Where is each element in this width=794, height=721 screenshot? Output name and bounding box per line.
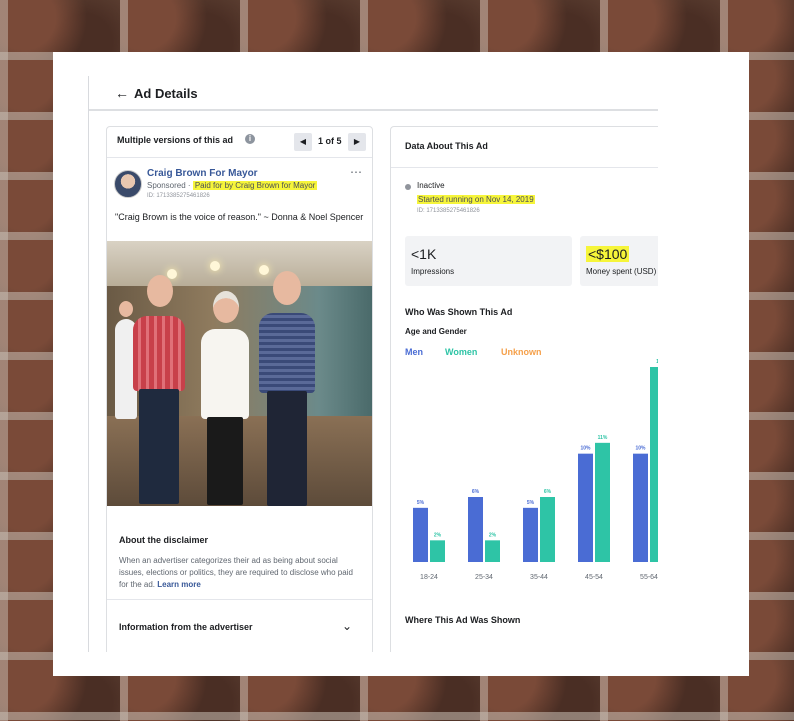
- paid-for-disclaimer: Paid for by Craig Brown for Mayor: [192, 181, 318, 190]
- ceiling-light: [259, 265, 269, 275]
- learn-more-link[interactable]: Learn more: [157, 580, 201, 589]
- age-gender-chart: 5% 2% 18-24 6% 2% 25-34 5% 6% 35-44 10% 11% 45-54 10…: [413, 359, 658, 581]
- arrow-left-icon[interactable]: ←: [115, 85, 129, 101]
- man-right-head: [273, 271, 301, 305]
- disclaimer-body: When an advertiser categorizes their ad …: [119, 555, 363, 591]
- ceiling-light: [210, 261, 220, 271]
- man-right-shirt: [259, 313, 315, 393]
- woman-pants: [207, 417, 243, 505]
- photo-ceiling: [107, 241, 372, 286]
- woman-head: [213, 291, 239, 323]
- money-spent-label: Money spent (USD): [586, 267, 657, 276]
- bar-women-25-34[interactable]: [485, 540, 500, 562]
- bar-men-45-54[interactable]: [578, 453, 593, 562]
- bar-value-label: 6%: [472, 489, 480, 495]
- avatar[interactable]: [114, 170, 142, 198]
- x-tick-label: 35-44: [530, 574, 548, 581]
- version-count: 1 of 5: [318, 136, 342, 146]
- bar-value-label: 10%: [635, 446, 646, 452]
- bar-women-55-64[interactable]: [650, 367, 658, 562]
- bar-value-label: 11%: [598, 435, 608, 441]
- legend-women[interactable]: Women: [445, 347, 477, 357]
- man-left-head: [147, 275, 173, 307]
- man-left-shirt: [133, 316, 185, 391]
- bar-women-18-24[interactable]: [430, 540, 445, 562]
- who-was-shown-title: Who Was Shown This Ad: [405, 307, 513, 317]
- versions-label: Multiple versions of this ad: [117, 135, 234, 145]
- bar-value-label: 5%: [417, 500, 425, 506]
- data-ad-id: ID: 1713385275461826: [417, 208, 480, 214]
- ad-body-text: "Craig Brown is the voice of reason." ~ …: [115, 212, 364, 222]
- ad-id: ID: 1713385275461826: [147, 193, 210, 199]
- divider: [391, 167, 658, 168]
- sponsored-label: Sponsored ·: [147, 181, 193, 190]
- status-dot-icon: [405, 184, 411, 190]
- ad-photo[interactable]: [107, 241, 372, 506]
- data-panel: Data About This Ad Inactive Started runn…: [390, 126, 658, 652]
- ad-details-page: ← Ad Details Multiple versions of this a…: [88, 76, 658, 652]
- bar-value-label: 1: [656, 359, 658, 365]
- bar-women-35-44[interactable]: [540, 497, 555, 562]
- ceiling-light: [167, 269, 177, 279]
- advertiser-info-title: Information from the advertiser: [119, 622, 253, 632]
- man-left-pants: [139, 389, 179, 504]
- page-header: ← Ad Details: [89, 76, 658, 111]
- x-tick-label: 45-54: [585, 574, 603, 581]
- legend-unknown[interactable]: Unknown: [501, 347, 542, 357]
- bar-value-label: 5%: [527, 500, 535, 506]
- background-person-head: [119, 301, 133, 317]
- disclaimer-section: About the disclaimer When an advertiser …: [107, 509, 372, 600]
- bar-value-label: 10%: [580, 446, 591, 452]
- impressions-label: Impressions: [411, 267, 455, 276]
- bar-men-35-44[interactable]: [523, 507, 538, 562]
- money-spent-box: <$100 Money spent (USD): [580, 236, 658, 286]
- advertiser-name-link[interactable]: Craig Brown For Mayor: [147, 168, 258, 179]
- x-tick-label: 25-34: [475, 574, 493, 581]
- bar-value-label: 2%: [434, 532, 442, 538]
- age-gender-label: Age and Gender: [405, 327, 467, 336]
- disclaimer-title: About the disclaimer: [119, 535, 209, 545]
- advertiser-info-row[interactable]: Information from the advertiser ⌄: [107, 600, 372, 644]
- x-tick-label: 18-24: [420, 574, 438, 581]
- info-icon[interactable]: i: [245, 134, 255, 144]
- woman-top: [201, 329, 249, 419]
- legend-men[interactable]: Men: [405, 347, 423, 357]
- impressions-value: <1K: [411, 246, 437, 262]
- bar-men-18-24[interactable]: [413, 507, 428, 562]
- bar-men-25-34[interactable]: [468, 497, 483, 562]
- bar-men-55-64[interactable]: [633, 453, 648, 562]
- data-panel-title: Data About This Ad: [405, 141, 488, 151]
- chevron-down-icon[interactable]: ⌄: [342, 619, 352, 633]
- where-shown-title: Where This Ad Was Shown: [405, 615, 521, 625]
- bar-value-label: 2%: [489, 532, 497, 538]
- disclaimer-text: When an advertiser categorizes their ad …: [119, 556, 353, 589]
- more-options-icon[interactable]: ⋯: [350, 165, 363, 179]
- page-title: Ad Details: [134, 86, 198, 101]
- next-version-button[interactable]: ▶: [348, 133, 366, 151]
- man-right-pants: [267, 391, 307, 506]
- bar-women-45-54[interactable]: [595, 442, 610, 562]
- status-text: Inactive: [417, 181, 445, 190]
- versions-bar: Multiple versions of this ad i ◀ 1 of 5 …: [107, 127, 372, 158]
- started-running-date: Started running on Nov 14, 2019: [417, 195, 535, 204]
- previous-version-button[interactable]: ◀: [294, 133, 312, 151]
- impressions-box: <1K Impressions: [405, 236, 572, 286]
- money-spent-value: <$100: [586, 246, 630, 262]
- x-tick-label: 55-64: [640, 574, 658, 581]
- ad-card: Multiple versions of this ad i ◀ 1 of 5 …: [106, 126, 373, 652]
- sponsored-line: Sponsored · Paid for by Craig Brown for …: [147, 181, 318, 190]
- bar-value-label: 6%: [544, 489, 552, 495]
